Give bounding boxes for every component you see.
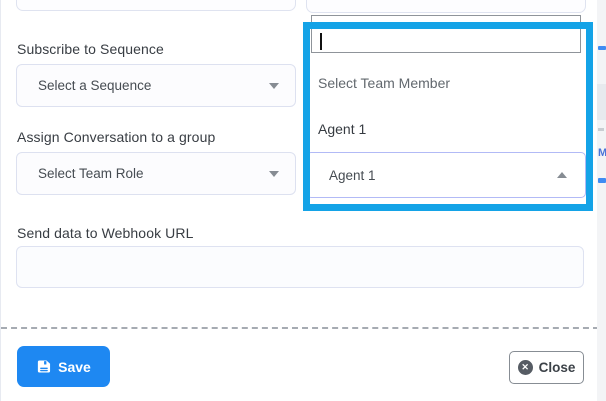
clipped-glyph-fragment: M <box>598 147 606 161</box>
subscribe-to-sequence-label: Subscribe to Sequence <box>17 41 164 57</box>
clipped-link-fragment <box>598 46 606 50</box>
team-member-option-placeholder[interactable]: Select Team Member <box>318 75 450 91</box>
clipped-link-fragment <box>598 178 606 183</box>
clipped-panel-fragment <box>597 84 606 120</box>
close-button[interactable]: ✕ Close <box>509 351 584 384</box>
close-button-label: Close <box>539 360 576 375</box>
team-member-search-input[interactable] <box>311 15 581 53</box>
team-member-option-agent1[interactable]: Agent 1 <box>318 121 366 137</box>
webhook-url-label: Send data to Webhook URL <box>17 225 193 241</box>
screenshot-stage: Subscribe to Sequence Select a Sequence … <box>0 0 606 401</box>
text-cursor <box>320 33 322 50</box>
modal-body: Subscribe to Sequence Select a Sequence … <box>0 0 597 401</box>
save-button-label: Save <box>58 359 91 375</box>
save-button[interactable]: Save <box>17 346 110 387</box>
clipped-text-fragment <box>598 128 604 131</box>
top-left-input-cutoff[interactable] <box>16 0 296 11</box>
top-right-input-cutoff[interactable] <box>306 0 586 13</box>
footer-divider <box>1 327 599 329</box>
floppy-disk-icon <box>36 359 51 374</box>
caret-up-icon <box>557 172 567 178</box>
caret-down-icon <box>269 83 279 89</box>
sequence-select[interactable]: Select a Sequence <box>16 64 296 107</box>
sequence-select-placeholder: Select a Sequence <box>38 78 269 93</box>
team-role-select[interactable]: Select Team Role <box>16 152 296 195</box>
webhook-url-input[interactable] <box>16 246 584 288</box>
circle-x-icon: ✕ <box>518 360 533 375</box>
background-page-strip: M <box>597 0 606 401</box>
assign-conversation-label: Assign Conversation to a group <box>17 129 215 145</box>
caret-down-icon <box>269 171 279 177</box>
team-member-selected-value: Agent 1 <box>329 168 557 183</box>
team-member-select[interactable]: Agent 1 <box>306 152 586 198</box>
team-role-select-placeholder: Select Team Role <box>38 166 269 181</box>
